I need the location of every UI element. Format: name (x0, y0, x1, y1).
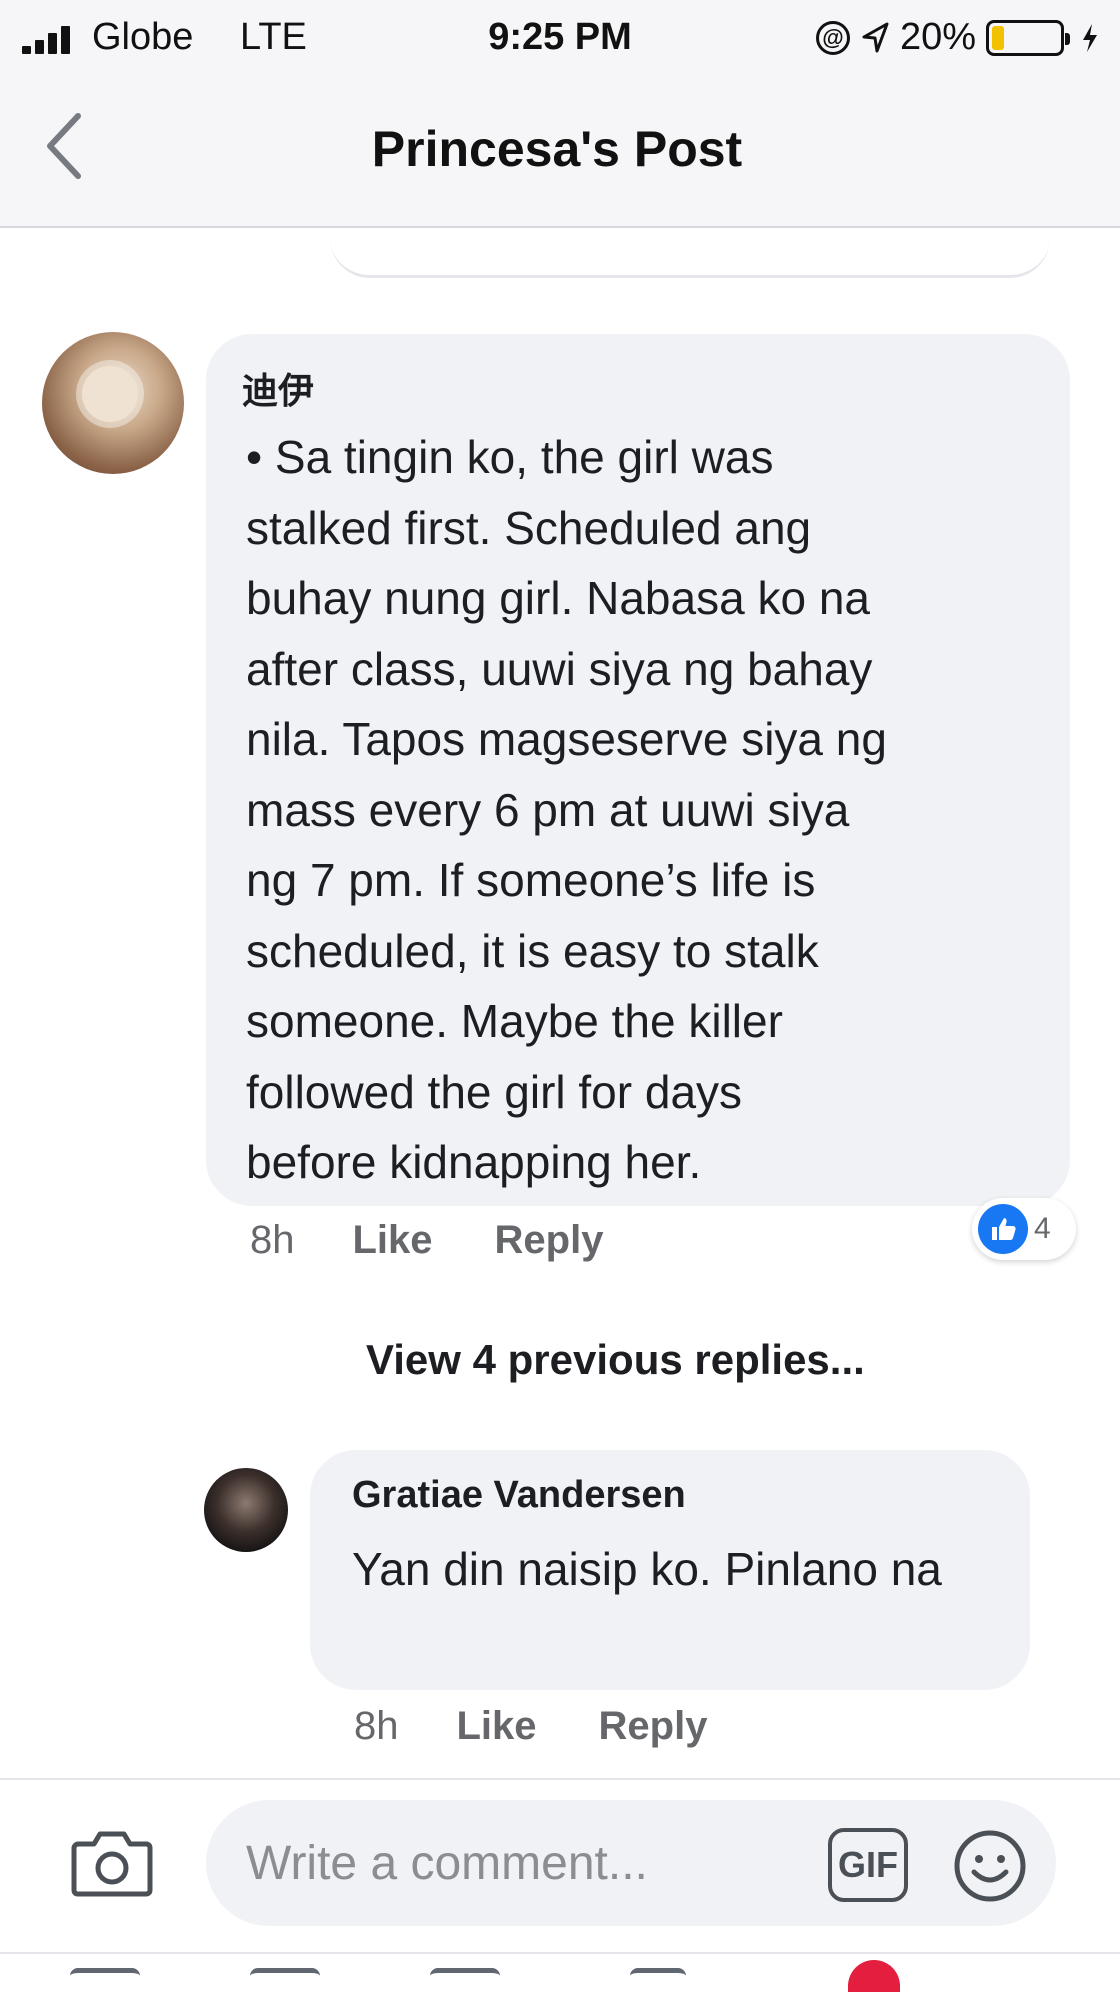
reply-actions: 8h Like Reply (354, 1704, 707, 1749)
bottom-tab-bar (0, 1952, 1120, 1992)
reply-author[interactable]: Gratiae Vandersen (352, 1474, 686, 1517)
reply-author-avatar[interactable] (204, 1468, 288, 1552)
reply-timestamp: 8h (354, 1704, 399, 1748)
comment-like-button[interactable]: Like (353, 1218, 433, 1263)
emoji-button[interactable] (952, 1828, 1028, 1904)
reply-reply-button[interactable]: Reply (599, 1704, 708, 1749)
comment-timestamp: 8h (250, 1218, 295, 1262)
camera-icon (71, 1831, 153, 1897)
comment-input-placeholder: Write a comment... (246, 1837, 648, 1890)
comment-input[interactable]: Write a comment... (206, 1800, 1056, 1926)
previous-comment-bubble-edge (330, 230, 1050, 278)
nav-bar: Princesa's Post (0, 80, 1120, 224)
page-title-text: Princesa's Post (371, 121, 743, 177)
reply-like-button[interactable]: Like (457, 1704, 537, 1749)
gif-button[interactable]: GIF (828, 1828, 908, 1902)
composer-divider (0, 1778, 1120, 1780)
view-previous-replies-link[interactable]: View 4 previous replies... (366, 1336, 865, 1384)
orientation-lock-icon: @ (815, 20, 850, 55)
location-arrow-icon (862, 22, 889, 52)
comment-text: • Sa tingin ko, the girl was stalked fir… (246, 431, 887, 1188)
reaction-summary[interactable]: 4 (972, 1198, 1076, 1260)
charging-bolt-icon (1083, 23, 1097, 52)
reaction-count: 4 (1034, 1212, 1051, 1245)
status-right-group: @ 20% (815, 16, 1100, 59)
page-title: Princesa's Post (0, 120, 1120, 178)
top-bar: Globe LTE 9:25 PM @ 20% Princesa's Post (0, 0, 1120, 228)
avatar-face (82, 366, 138, 422)
status-bar: Globe LTE 9:25 PM @ 20% (0, 0, 1120, 76)
comment-reply-button[interactable]: Reply (495, 1218, 604, 1263)
tab-watch[interactable] (250, 1968, 320, 1992)
camera-button[interactable] (70, 1826, 154, 1900)
comment-author[interactable]: 迪伊 (242, 362, 314, 414)
commenter-avatar[interactable] (42, 332, 184, 474)
tab-profile[interactable] (630, 1968, 686, 1992)
comment-actions: 8h Like Reply (250, 1218, 603, 1263)
battery-fill (992, 25, 1005, 50)
tab-news-feed[interactable] (70, 1968, 140, 1992)
thumbs-up-icon (978, 1204, 1028, 1254)
reply-text: Yan din naisip ko. Pinlano na (352, 1543, 942, 1595)
smiley-icon (954, 1830, 1026, 1902)
battery-icon (986, 19, 1070, 56)
battery-percent: 20% (899, 16, 976, 58)
tab-marketplace[interactable] (430, 1968, 500, 1992)
